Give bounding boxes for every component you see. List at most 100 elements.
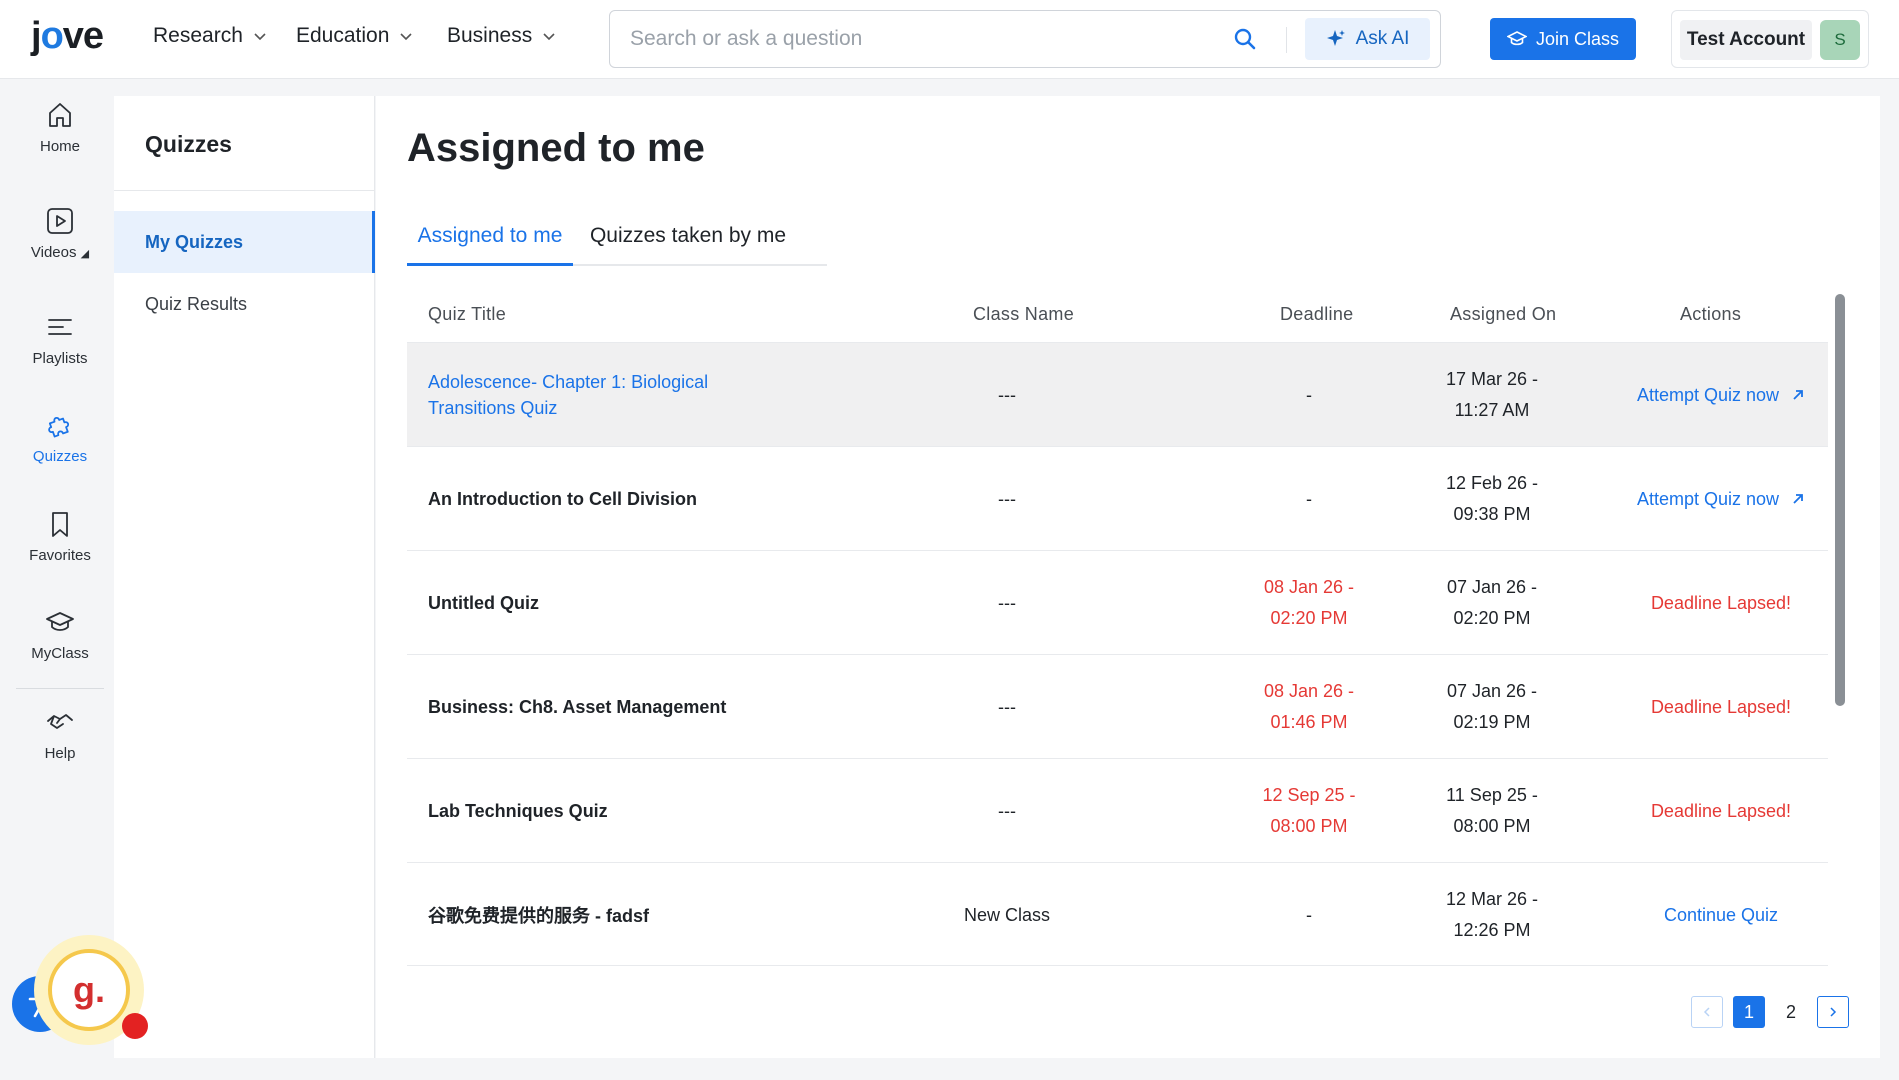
table-scrollbar[interactable] <box>1835 294 1845 706</box>
chevron-left-icon <box>1703 1007 1710 1017</box>
search-box: Ask AI <box>609 10 1441 68</box>
table-row: An Introduction to Cell Division --- - 1… <box>407 446 1828 550</box>
deadline: - <box>1306 384 1312 405</box>
class-name: New Class <box>963 904 1051 925</box>
action-cell: Attempt Quiz now <box>1607 343 1835 447</box>
table-header: Quiz Title Class Name Deadline Assigned … <box>407 288 1828 342</box>
join-class-button[interactable]: Join Class <box>1490 18 1636 60</box>
nav-research[interactable]: Research <box>153 24 267 48</box>
account-name[interactable]: Test Account <box>1680 20 1812 60</box>
table-row: Lab Techniques Quiz --- 12 Sep 25 - 08:0… <box>407 758 1828 862</box>
nav-business-label: Business <box>447 24 533 47</box>
column-header-class-name[interactable]: Class Name <box>973 304 1074 325</box>
action-cell: Continue Quiz <box>1607 863 1835 967</box>
rail-item-label: Favorites <box>29 547 91 564</box>
rail-item-videos[interactable]: Videos ◢ <box>0 206 120 261</box>
class-name: --- <box>998 384 1016 405</box>
rail-item-quizzes[interactable]: Quizzes <box>0 410 120 465</box>
assigned-on: 11 Sep 25 - 08:00 PM <box>1446 785 1538 836</box>
sidebar-item-quiz-results[interactable]: Quiz Results <box>114 273 375 335</box>
page-button-2[interactable]: 2 <box>1775 996 1807 1028</box>
action-cell: Deadline Lapsed! <box>1607 655 1835 759</box>
column-header-assigned-on[interactable]: Assigned On <box>1450 304 1556 325</box>
action-cell: Deadline Lapsed! <box>1607 551 1835 655</box>
rail-item-playlists[interactable]: Playlists <box>0 312 120 367</box>
quiz-title-link[interactable]: Adolescence- Chapter 1: Biological Trans… <box>428 343 748 447</box>
tab-assigned-to-me[interactable]: Assigned to me <box>407 224 573 266</box>
deadline: 08 Jan 26 - 01:46 PM <box>1263 681 1355 732</box>
attempt-quiz-link[interactable]: Attempt Quiz now <box>1637 489 1805 510</box>
page-button-1[interactable]: 1 <box>1733 996 1765 1028</box>
class-name: --- <box>998 800 1016 821</box>
sidebar-item-my-quizzes[interactable]: My Quizzes <box>114 211 375 273</box>
deadline-lapsed-label: Deadline Lapsed! <box>1650 800 1792 821</box>
class-name: --- <box>998 696 1016 717</box>
ask-ai-label: Ask AI <box>1355 28 1410 49</box>
quiz-title: Business: Ch8. Asset Management <box>428 696 727 717</box>
rail-item-myclass[interactable]: MyClass <box>0 607 120 662</box>
assigned-on: 07 Jan 26 - 02:20 PM <box>1446 577 1538 628</box>
column-header-deadline[interactable]: Deadline <box>1280 304 1353 325</box>
graduation-cap-icon <box>46 612 74 631</box>
rail-item-help[interactable]: Help <box>0 707 120 762</box>
sidebar-title: Quizzes <box>145 131 232 157</box>
top-header: jove Research Education Business Ask AI … <box>0 0 1899 79</box>
tab-quizzes-taken-by-me[interactable]: Quizzes taken by me <box>573 224 803 266</box>
search-divider <box>1286 27 1287 53</box>
deadline: - <box>1306 488 1312 509</box>
rail-item-label: Help <box>44 745 76 762</box>
action-cell: Attempt Quiz now <box>1607 447 1835 551</box>
rail-item-favorites[interactable]: Favorites <box>0 509 120 564</box>
chevron-down-icon <box>543 33 555 41</box>
notification-dot <box>122 1013 148 1039</box>
sidebar-divider <box>114 190 375 191</box>
next-page-button[interactable] <box>1817 996 1849 1028</box>
join-class-label: Join Class <box>1535 28 1620 49</box>
rail-divider <box>16 688 104 689</box>
rail-item-videos-label: Videos <box>30 244 77 261</box>
attempt-quiz-label: Attempt Quiz now <box>1636 384 1780 405</box>
avatar[interactable]: S <box>1820 20 1860 60</box>
external-arrow-icon <box>1793 494 1803 504</box>
deadline: 08 Jan 26 - 02:20 PM <box>1263 577 1355 628</box>
assigned-on: 12 Mar 26 - 12:26 PM <box>1445 889 1539 940</box>
nav-business[interactable]: Business <box>447 24 556 48</box>
quizzes-sidebar: Quizzes My Quizzes Quiz Results <box>114 96 375 1058</box>
nav-research-label: Research <box>153 24 243 47</box>
jove-logo[interactable]: jove <box>31 16 104 56</box>
main-panel: Assigned to me Assigned to me Quizzes ta… <box>376 96 1880 1058</box>
table-row: Business: Ch8. Asset Management --- 08 J… <box>407 654 1828 758</box>
prev-page-button[interactable] <box>1691 996 1723 1028</box>
search-icon[interactable] <box>1233 27 1257 51</box>
handshake-icon <box>47 714 73 729</box>
grammarly-letter: g. <box>73 969 105 1010</box>
chevron-down-icon <box>254 33 266 41</box>
deadline-lapsed-label: Deadline Lapsed! <box>1650 696 1792 717</box>
video-icon <box>47 208 73 234</box>
grammarly-widget[interactable]: g. <box>34 935 148 1045</box>
class-name: --- <box>998 488 1016 509</box>
table-row: 谷歌免费提供的服务 - fadsf New Class - 12 Mar 26 … <box>407 862 1828 966</box>
assigned-on: 07 Jan 26 - 02:19 PM <box>1446 681 1538 732</box>
column-header-actions: Actions <box>1680 304 1742 324</box>
rail-item-home[interactable]: Home <box>0 100 120 155</box>
puzzle-icon <box>48 416 70 438</box>
quiz-title: 谷歌免费提供的服务 - fadsf <box>428 906 650 926</box>
rail-item-label: Videos ◢ <box>31 244 89 261</box>
column-header-quiz-title[interactable]: Quiz Title <box>428 304 506 325</box>
assigned-on: 17 Mar 26 - 11:27 AM <box>1445 369 1539 420</box>
quiz-title: An Introduction to Cell Division <box>428 488 697 509</box>
ask-ai-button[interactable]: Ask AI <box>1305 18 1430 60</box>
account-menu[interactable]: Test Account S <box>1671 10 1869 68</box>
chevron-down-icon <box>400 33 412 41</box>
nav-education-label: Education <box>296 24 390 47</box>
rail-item-label: Playlists <box>32 350 88 367</box>
quiz-table: Quiz Title Class Name Deadline Assigned … <box>407 288 1828 966</box>
nav-education[interactable]: Education <box>296 24 413 48</box>
search-input[interactable] <box>630 23 1190 55</box>
external-arrow-icon <box>1793 390 1803 400</box>
tabs: Assigned to me Quizzes taken by me <box>407 216 827 266</box>
continue-quiz-link[interactable]: Continue Quiz <box>1664 905 1778 926</box>
rail-item-label: Quizzes <box>32 448 88 465</box>
attempt-quiz-link[interactable]: Attempt Quiz now <box>1637 385 1805 406</box>
